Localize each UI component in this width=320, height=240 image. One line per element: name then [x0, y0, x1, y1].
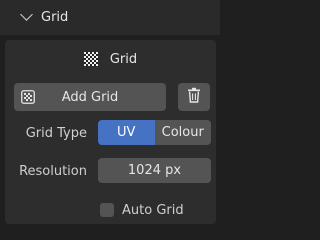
- grid-type-colour-option[interactable]: Colour: [154, 120, 211, 145]
- add-grid-button[interactable]: Add Grid: [14, 83, 166, 111]
- auto-grid-label: Auto Grid: [122, 202, 184, 218]
- auto-grid-checkbox[interactable]: [100, 203, 114, 217]
- resolution-field[interactable]: 1024 px: [98, 158, 211, 183]
- subheader-title: Grid: [109, 51, 138, 67]
- chevron-down-icon[interactable]: [20, 8, 33, 21]
- resolution-label: Resolution: [19, 164, 87, 179]
- grid-texture-icon: [21, 90, 35, 104]
- grid-type-uv-option[interactable]: UV: [98, 120, 155, 145]
- grid-type-label: Grid Type: [25, 126, 87, 141]
- properties-panel: Grid Grid Add Grid Grid Type UV Colour R…: [0, 0, 220, 228]
- grid-subheader: Grid: [5, 46, 216, 72]
- auto-grid-row[interactable]: Auto Grid: [100, 200, 184, 220]
- add-grid-label: Add Grid: [61, 89, 119, 105]
- delete-grid-button[interactable]: [178, 83, 210, 111]
- grid-panel-body: Grid Add Grid Grid Type UV Colour Resolu…: [5, 40, 216, 224]
- grid-type-selector: UV Colour: [98, 120, 211, 145]
- checker-grid-icon: [83, 52, 98, 66]
- panel-title: Grid: [41, 10, 69, 25]
- panel-header-grid[interactable]: Grid: [0, 0, 220, 35]
- trash-icon: [187, 87, 201, 107]
